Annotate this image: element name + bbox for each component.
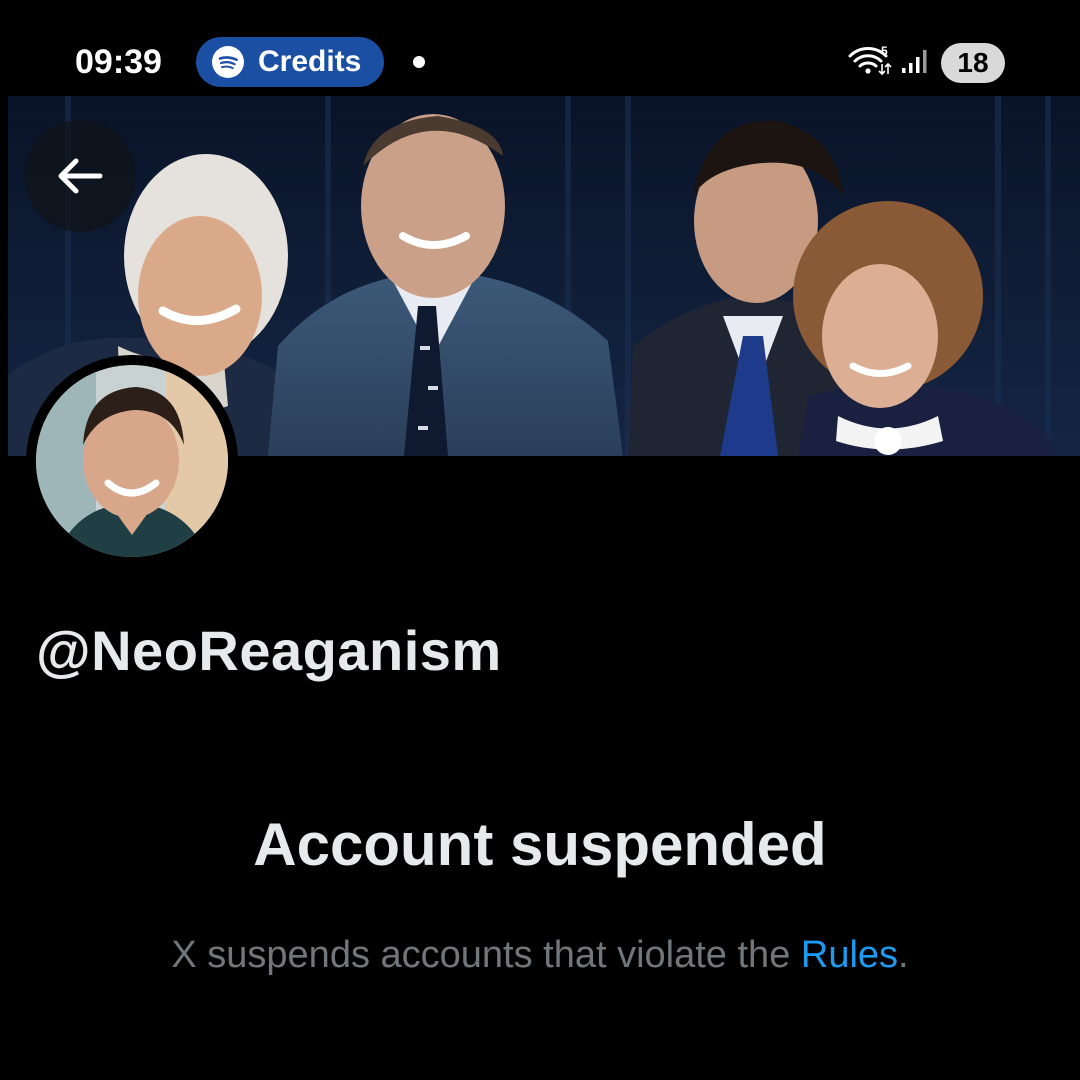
suspended-description-text: X suspends accounts that violate the	[171, 934, 801, 976]
cellular-signal-icon	[902, 50, 927, 73]
wifi-icon: 5	[848, 44, 892, 76]
suspended-description: X suspends accounts that violate the Rul…	[0, 930, 1080, 980]
suspended-description-end: .	[898, 934, 909, 976]
notification-dot-icon	[413, 56, 425, 68]
battery-indicator: 18	[941, 43, 1005, 83]
arrow-left-icon	[58, 158, 103, 194]
profile-avatar[interactable]	[26, 355, 238, 567]
status-time: 09:39	[75, 43, 162, 81]
media-playback-pill[interactable]: Credits	[196, 37, 384, 87]
rules-link[interactable]: Rules	[801, 934, 898, 976]
network-type-label: 5	[881, 44, 888, 58]
spotify-icon	[212, 46, 244, 78]
avatar-photo	[36, 365, 228, 557]
profile-handle: @NeoReaganism	[36, 619, 502, 682]
suspended-title: Account suspended	[253, 811, 827, 878]
back-button[interactable]	[24, 120, 136, 232]
status-bar: 09:39 Credits 5 18	[0, 0, 1080, 96]
media-pill-label: Credits	[258, 45, 362, 78]
